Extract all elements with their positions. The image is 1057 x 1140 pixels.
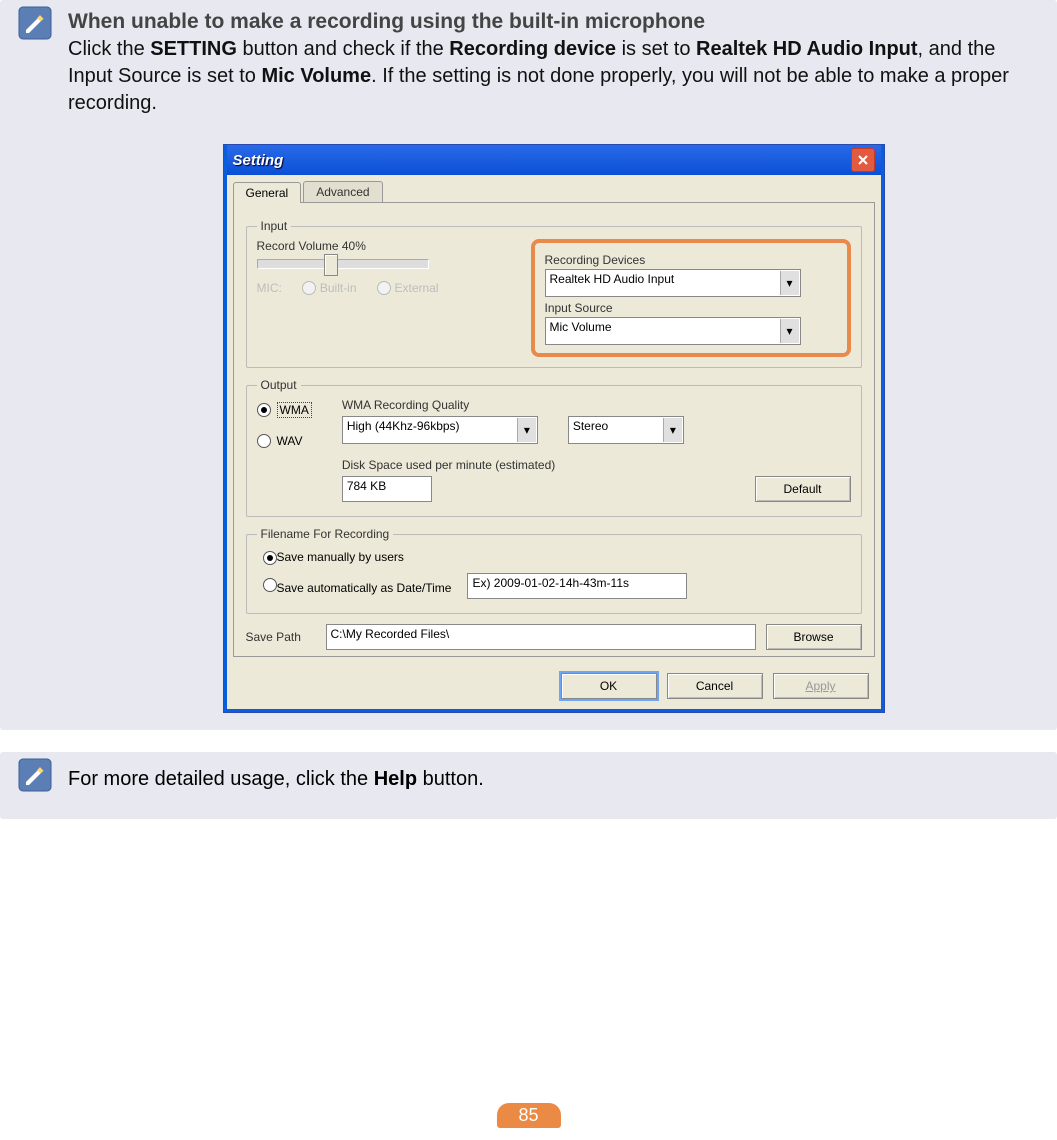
default-button: Default [755, 476, 851, 502]
dialog-buttons: OK Cancel Apply [227, 667, 881, 709]
save-path-value: C:\My Recorded Files\ [326, 624, 756, 650]
t: button. [417, 768, 484, 790]
page-number-badge: 85 [496, 1103, 560, 1128]
recording-devices-select: Realtek HD Audio Input ▾ [545, 269, 801, 297]
quality-value: High (44Khz-96kbps) [347, 419, 460, 433]
input-source-select: Mic Volume ▾ [545, 317, 801, 345]
t: button and check if the [237, 38, 449, 60]
input-source-label: Input Source [545, 301, 837, 315]
opt-wav: WAV [277, 434, 303, 448]
t: Click the [68, 38, 150, 60]
window-title: Setting [233, 152, 284, 169]
browse-button: Browse [766, 624, 862, 650]
channel-value: Stereo [573, 419, 608, 433]
t: Mic Volume [261, 65, 371, 87]
quality-select: High (44Khz-96kbps) ▾ [342, 416, 538, 444]
t: is set to [616, 38, 696, 60]
record-volume-slider [257, 259, 429, 269]
cancel-button: Cancel [667, 673, 763, 699]
t: For more detailed usage, click the [68, 768, 374, 790]
t: Help [374, 768, 417, 790]
radio-icon [263, 551, 277, 565]
disk-label: Disk Space used per minute (estimated) [342, 458, 851, 472]
tab-advanced: Advanced [303, 181, 382, 202]
note2-text: For more detailed usage, click the Help … [68, 758, 484, 801]
disk-value: 784 KB [342, 476, 432, 502]
filename-example: Ex) 2009-01-02-14h-43m-11s [467, 573, 687, 599]
page-number: 85 [496, 1103, 560, 1128]
opt-wma: WMA [277, 402, 312, 418]
ok-button: OK [561, 673, 657, 699]
input-group: Input Record Volume 40% MIC: Built-in Ex… [246, 219, 862, 368]
t: Recording device [449, 38, 616, 60]
note-block-2: For more detailed usage, click the Help … [0, 752, 1057, 819]
radio-icon [257, 434, 271, 448]
output-group: Output WMA WAV WMA Recording Quality [246, 378, 862, 517]
chevron-down-icon: ▾ [663, 418, 682, 442]
channel-select: Stereo ▾ [568, 416, 684, 444]
apply-button: Apply [773, 673, 869, 699]
input-legend: Input [257, 219, 292, 233]
recording-devices-value: Realtek HD Audio Input [550, 272, 675, 286]
quality-label: WMA Recording Quality [342, 398, 851, 412]
save-path-row: Save Path C:\My Recorded Files\ Browse [246, 624, 862, 650]
filename-opt2: Save automatically as Date/Time [277, 581, 452, 595]
input-source-value: Mic Volume [550, 320, 612, 334]
note-title: When unable to make a recording using th… [68, 10, 1039, 34]
filename-opt1: Save manually by users [277, 550, 404, 564]
recording-devices-label: Recording Devices [545, 253, 837, 267]
radio-icon [263, 578, 277, 592]
tab-general: General [233, 182, 302, 203]
highlighted-settings: Recording Devices Realtek HD Audio Input… [531, 239, 851, 357]
note-block-1: When unable to make a recording using th… [0, 0, 1057, 730]
record-volume-label: Record Volume 40% [257, 239, 517, 253]
note-text: When unable to make a recording using th… [68, 6, 1039, 712]
titlebar: Setting [227, 145, 881, 175]
mic-label: MIC: [257, 281, 282, 295]
radio-icon [257, 403, 271, 417]
mic-row: MIC: Built-in External [257, 281, 517, 295]
pencil-note-icon [18, 758, 56, 792]
t: SETTING [150, 38, 237, 60]
radio-icon [377, 281, 391, 295]
chevron-down-icon: ▾ [780, 319, 799, 343]
tab-strip: General Advanced [227, 175, 881, 202]
setting-dialog-screenshot: Setting General Advanced Input [224, 145, 884, 712]
mic-builtin: Built-in [320, 281, 357, 295]
output-format-radios: WMA WAV [257, 402, 312, 448]
chevron-down-icon: ▾ [780, 271, 799, 295]
close-icon [851, 148, 875, 172]
t: Realtek HD Audio Input [696, 38, 917, 60]
pencil-note-icon [18, 6, 56, 40]
slider-thumb [324, 254, 338, 276]
filename-legend: Filename For Recording [257, 527, 394, 541]
radio-icon [302, 281, 316, 295]
output-legend: Output [257, 378, 301, 392]
filename-group: Filename For Recording Save manually by … [246, 527, 862, 614]
mic-external: External [395, 281, 439, 295]
chevron-down-icon: ▾ [517, 418, 536, 442]
save-path-label: Save Path [246, 630, 316, 644]
